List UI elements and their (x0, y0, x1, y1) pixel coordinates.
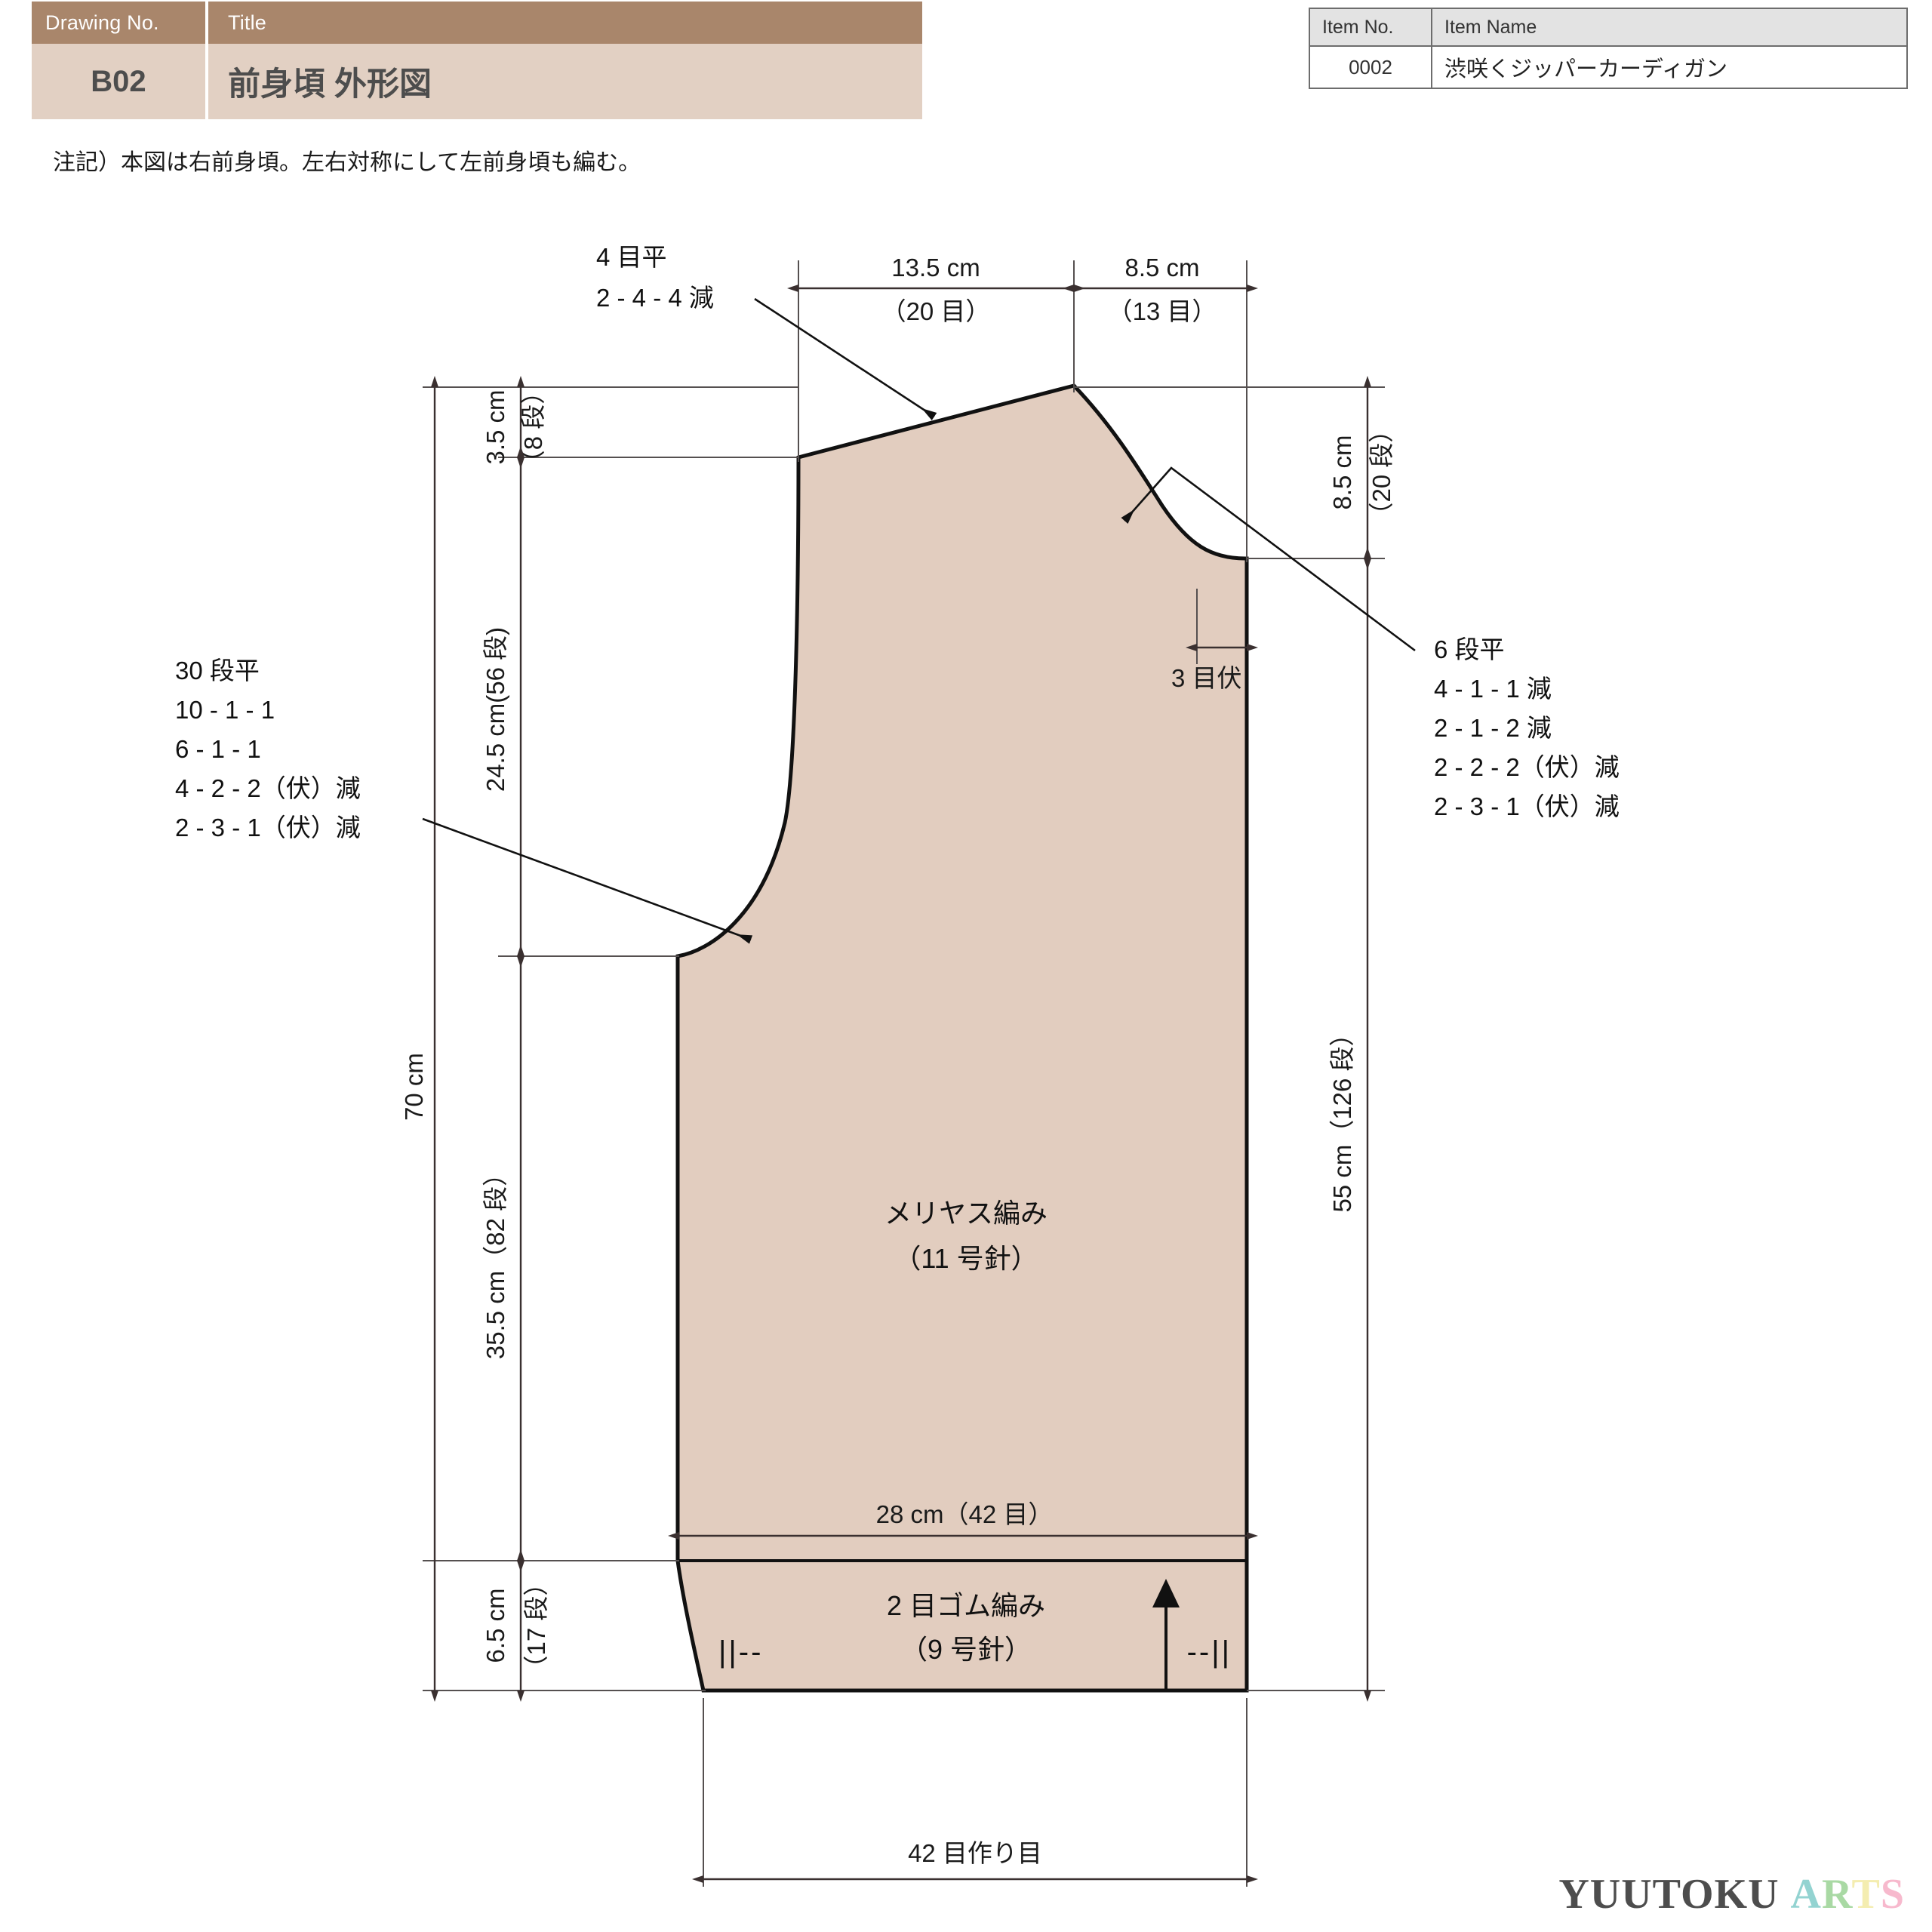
armhole-left-callout-line3: 6 - 1 - 1 (175, 735, 261, 763)
dim-8-5cm-vert-rows: （20 段） (1367, 418, 1395, 528)
armhole-right-callout-line1: 6 段平 (1434, 635, 1505, 663)
caston-label: 42 目作り目 (908, 1839, 1042, 1867)
armhole-left-callout-line1: 30 段平 (175, 657, 260, 685)
dim-6-5cm-rows: （17 段） (522, 1571, 550, 1681)
armhole-right-callout-line4: 2 - 2 - 2（伏）減 (1434, 753, 1620, 781)
armhole-left-callout-leader (422, 817, 753, 944)
rib-needle-label: （9 号針） (900, 1634, 1032, 1665)
rib-mark-right: --|| (1187, 1635, 1232, 1669)
armhole-left-callout-line5: 2 - 3 - 1（伏）減 (175, 814, 361, 841)
armhole-right-callout-line5: 2 - 3 - 1（伏）減 (1434, 792, 1620, 820)
rib-mark-left: ||-- (718, 1635, 763, 1669)
dim-70cm-label: 70 cm (400, 1053, 428, 1121)
armhole-left-callout-line4: 4 - 2 - 2（伏）減 (175, 774, 361, 802)
dim-13-5cm-stitches: （20 目） (881, 297, 991, 325)
dim-3-5cm-rows: （8 段） (519, 380, 547, 475)
body-stitch-label: メリヤス編み (884, 1198, 1048, 1229)
dim-35-5cm-label: 35.5 cm（82 段） (481, 1161, 509, 1359)
watermark-letter-s: S (1880, 1871, 1905, 1918)
body-needle-label: （11 号針） (894, 1243, 1038, 1274)
dim-8-5cm-label: 8.5 cm (1124, 254, 1199, 281)
armhole-left-callout-line2: 10 - 1 - 1 (175, 696, 275, 724)
armhole-right-callout-line2: 4 - 1 - 1 減 (1434, 675, 1552, 703)
watermark-brand: YUUTOKU (1558, 1871, 1780, 1918)
watermark-letter-t: T (1851, 1871, 1881, 1918)
neckline-callout-line2: 2 - 4 - 4 減 (596, 284, 714, 312)
neckline-callout-line1: 4 目平 (596, 243, 667, 271)
watermark-letter-a: A (1790, 1871, 1822, 1918)
dim-24-5cm-label: 24.5 cm(56 段) (481, 627, 509, 792)
rib-stitch-label: 2 目ゴム編み (887, 1590, 1045, 1621)
dim-6-5cm-label: 6.5 cm (481, 1588, 509, 1663)
watermark: YUUTOKU ARTS (1558, 1873, 1905, 1915)
garment-outline (675, 383, 1249, 1693)
dim-8-5cm-vert-label: 8.5 cm (1328, 435, 1356, 509)
armhole-right-callout-line3: 2 - 1 - 2 減 (1434, 714, 1552, 742)
dim-3-5cm-label: 3.5 cm (481, 389, 509, 464)
watermark-letter-r: R (1822, 1871, 1852, 1918)
bind3-label: 3 目伏 (1171, 664, 1242, 692)
dim-13-5cm-label: 13.5 cm (891, 254, 980, 281)
dim-55cm-label: 55 cm（126 段） (1328, 1021, 1356, 1212)
dim-8-5cm-stitches: （13 目） (1108, 297, 1217, 325)
dim-28cm-label: 28 cm（42 目） (876, 1500, 1054, 1528)
pattern-drawing: 13.5 cm （20 目） 8.5 cm （13 目） 70 cm 3.5 c… (175, 243, 1620, 1887)
